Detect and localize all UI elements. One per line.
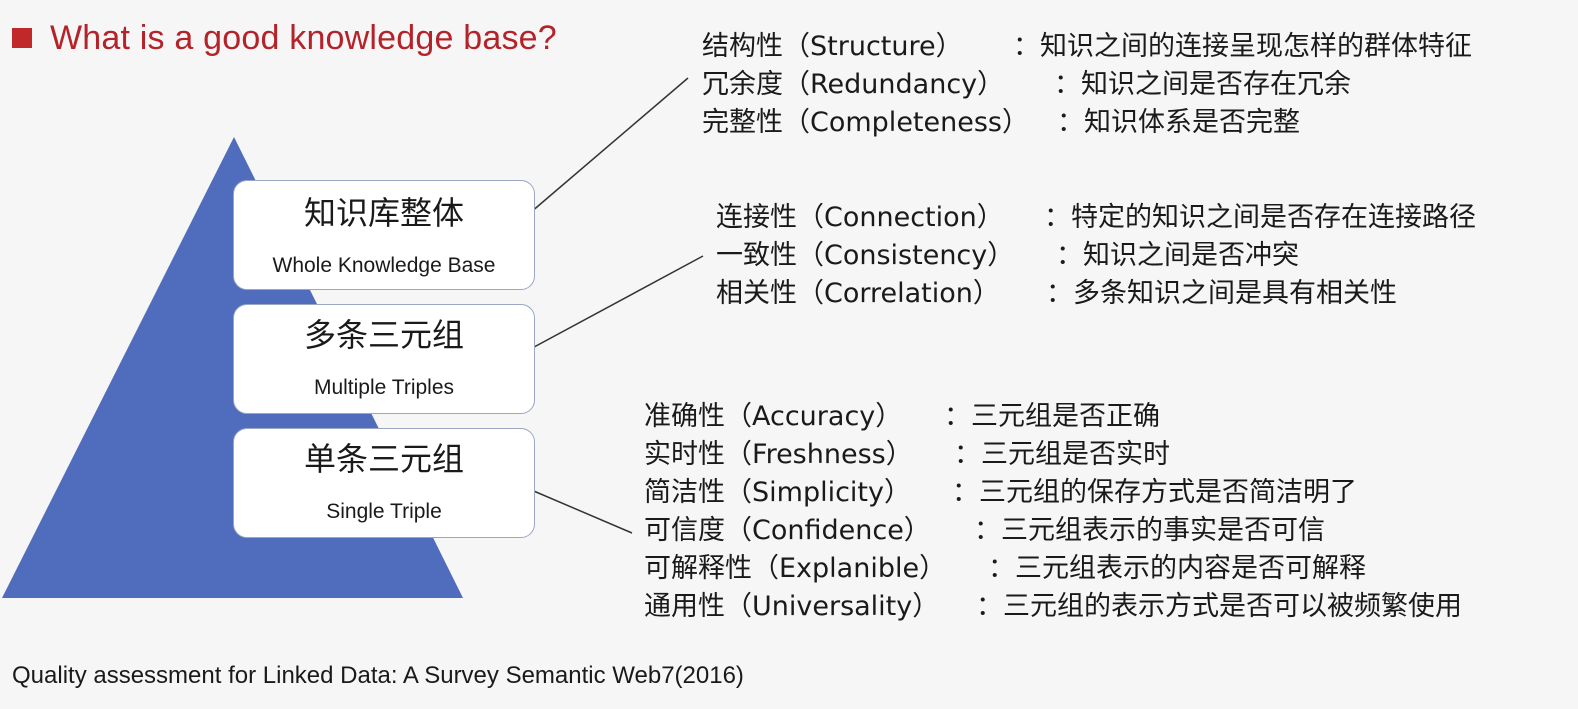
pyramid-level-single-triple: 单条三元组 Single Triple bbox=[233, 428, 535, 538]
metric-description: ：多条知识之间是具有相关性 bbox=[1046, 278, 1397, 309]
metric-name: 准确性（Accuracy） bbox=[644, 401, 903, 432]
metrics-group-whole-kb: 结构性（Structure） ：知识之间的连接呈现怎样的群体特征 冗余度（Red… bbox=[702, 28, 1472, 142]
metric-description: ：三元组的保存方式是否简洁明了 bbox=[952, 477, 1357, 508]
metric-description: ：三元组的表示方式是否可以被频繁使用 bbox=[976, 591, 1462, 622]
metric-name: 一致性（Consistency） bbox=[716, 240, 1015, 271]
metric-description: ：三元组表示的事实是否可信 bbox=[974, 515, 1325, 546]
metric-name: 可解释性（Explanible） bbox=[644, 553, 947, 584]
metric-description: ：三元组是否正确 bbox=[944, 401, 1160, 432]
metric-description: ：知识体系是否完整 bbox=[1057, 107, 1300, 138]
metric-description: ：知识之间是否存在冗余 bbox=[1054, 69, 1351, 100]
metric-name: 简洁性（Simplicity） bbox=[644, 477, 911, 508]
metric-description: ：三元组表示的内容是否可解释 bbox=[988, 553, 1366, 584]
metric-row: 一致性（Consistency） ：知识之间是否冲突 bbox=[716, 237, 1476, 275]
metric-row: 可解释性（Explanible） ：三元组表示的内容是否可解释 bbox=[644, 550, 1462, 588]
metric-row: 连接性（Connection） ：特定的知识之间是否存在连接路径 bbox=[716, 199, 1476, 237]
connector-single-triple bbox=[521, 485, 633, 534]
metric-name: 结构性（Structure） bbox=[702, 31, 963, 62]
metric-name: 完整性（Completeness） bbox=[702, 107, 1029, 138]
metric-name: 冗余度（Redundancy） bbox=[702, 69, 1005, 100]
metric-row: 准确性（Accuracy） ：三元组是否正确 bbox=[644, 398, 1462, 436]
metric-name: 可信度（Confidence） bbox=[644, 515, 931, 546]
metric-row: 冗余度（Redundancy） ：知识之间是否存在冗余 bbox=[702, 66, 1472, 104]
metric-row: 可信度（Confidence） ：三元组表示的事实是否可信 bbox=[644, 512, 1462, 550]
level-en-label: Multiple Triples bbox=[313, 376, 455, 399]
metric-name: 实时性（Freshness） bbox=[644, 439, 913, 470]
level-zh-label: 知识库整体 bbox=[303, 194, 464, 232]
metric-row: 相关性（Correlation） ：多条知识之间是具有相关性 bbox=[716, 275, 1476, 313]
level-zh-label: 单条三元组 bbox=[303, 440, 464, 478]
metric-description: ：知识之间的连接呈现怎样的群体特征 bbox=[1013, 31, 1472, 62]
level-zh-label: 多条三元组 bbox=[303, 316, 464, 354]
metric-description: ：知识之间是否冲突 bbox=[1056, 240, 1299, 271]
connector-whole-kb bbox=[509, 77, 689, 231]
metric-row: 实时性（Freshness） ：三元组是否实时 bbox=[644, 436, 1462, 474]
metrics-group-multiple-triples: 连接性（Connection） ：特定的知识之间是否存在连接路径 一致性（Con… bbox=[716, 199, 1476, 313]
metric-row: 完整性（Completeness） ：知识体系是否完整 bbox=[702, 104, 1472, 142]
metric-row: 通用性（Universality） ：三元组的表示方式是否可以被频繁使用 bbox=[644, 588, 1462, 626]
metric-row: 简洁性（Simplicity） ：三元组的保存方式是否简洁明了 bbox=[644, 474, 1462, 512]
pyramid-level-multiple-triples: 多条三元组 Multiple Triples bbox=[233, 304, 535, 414]
pyramid-level-whole-kb: 知识库整体 Whole Knowledge Base bbox=[233, 180, 535, 290]
metric-name: 连接性（Connection） bbox=[716, 202, 1004, 233]
level-en-label: Single Triple bbox=[326, 500, 442, 523]
metric-description: ：三元组是否实时 bbox=[954, 439, 1170, 470]
citation: Quality assessment for Linked Data: A Su… bbox=[12, 662, 744, 689]
metric-name: 相关性（Correlation） bbox=[716, 278, 1000, 309]
metric-row: 结构性（Structure） ：知识之间的连接呈现怎样的群体特征 bbox=[702, 28, 1472, 66]
level-en-label: Whole Knowledge Base bbox=[272, 254, 496, 277]
metric-name: 通用性（Universality） bbox=[644, 591, 940, 622]
metric-description: ：特定的知识之间是否存在连接路径 bbox=[1044, 202, 1476, 233]
metrics-group-single-triple: 准确性（Accuracy） ：三元组是否正确 实时性（Freshness） ：三… bbox=[644, 398, 1462, 626]
connector-multiple-triples bbox=[509, 255, 704, 361]
